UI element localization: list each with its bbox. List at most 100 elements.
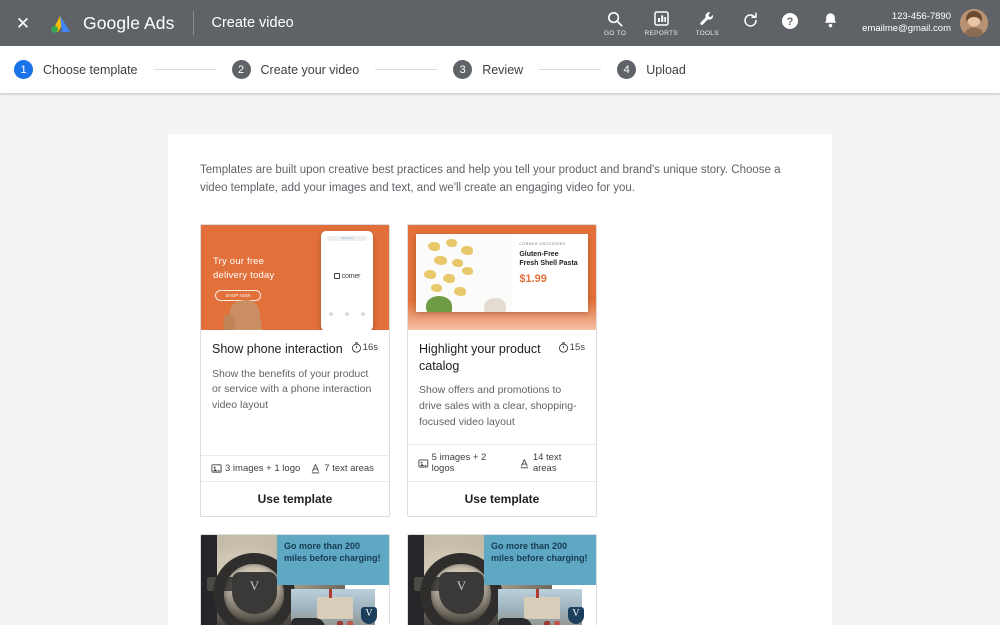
card-description: Show offers and promotions to drive sale… [419, 383, 585, 431]
tools-button[interactable]: TOOLS [688, 9, 726, 37]
brand-shield-icon: V [361, 607, 377, 624]
hand-illustration [228, 298, 264, 330]
use-template-button[interactable]: Use template [201, 481, 389, 516]
step-number: 4 [617, 60, 636, 79]
step-connector [539, 69, 601, 70]
card-body: Highlight your product catalog 15s Show … [408, 330, 596, 445]
google-ads-mark-icon [50, 12, 74, 34]
bell-icon [823, 12, 838, 34]
use-template-button[interactable]: Use template [408, 481, 596, 516]
step-label: Upload [646, 63, 686, 77]
stepper: 1 Choose template 2 Create your video 3 … [0, 46, 1000, 93]
brand-label: Google Ads [83, 13, 174, 34]
step-label: Create your video [261, 63, 360, 77]
goto-label: GO TO [604, 30, 626, 37]
step-review[interactable]: 3 Review [453, 60, 523, 79]
card-header: Highlight your product catalog 15s [419, 341, 585, 375]
step-connector [375, 69, 437, 70]
step-number: 1 [14, 60, 33, 79]
thumb-banner: Go more than 200 miles before charging! [484, 535, 596, 585]
card-title: Show phone interaction [212, 341, 351, 358]
refresh-button[interactable] [735, 12, 765, 34]
text-icon [310, 463, 321, 474]
step-choose-template[interactable]: 1 Choose template [14, 60, 138, 79]
text-areas-count: 14 text areas [519, 452, 586, 474]
templates-panel: Templates are built upon creative best p… [168, 134, 832, 625]
card-body: Show phone interaction 16s Show the bene… [201, 330, 389, 456]
card-meta: 3 images + 1 logo 7 text areas [201, 455, 389, 481]
timer-icon [558, 342, 569, 353]
step-create-your-video[interactable]: 2 Create your video [232, 60, 360, 79]
search-icon [607, 9, 623, 28]
images-count: 5 images + 2 logos [418, 452, 509, 474]
card-title: Highlight your product catalog [419, 341, 558, 375]
template-thumbnail: Try our freedelivery today SHOP NOW corn… [201, 225, 389, 330]
thumb-headline: Try our freedelivery today [213, 255, 274, 284]
reports-label: REPORTS [644, 30, 677, 37]
account-email: emailme@gmail.com [862, 23, 951, 35]
template-card-feature-your-brand[interactable]: Go more than 200 miles before charging! … [200, 534, 390, 625]
images-count: 3 images + 1 logo [211, 463, 300, 474]
phone-app-logo: corner [321, 273, 373, 280]
appbar-actions: GO TO REPORTS TOOLS ? [592, 9, 988, 37]
step-connector [154, 69, 216, 70]
mushroom-garnish [484, 298, 506, 312]
content-scroll-area[interactable]: Templates are built upon creative best p… [0, 93, 1000, 625]
account-info[interactable]: 123-456-7890 emailme@gmail.com [862, 11, 951, 35]
notifications-button[interactable] [815, 12, 845, 34]
card-meta: 5 images + 2 logos 14 text areas [408, 444, 596, 481]
card-header: Show phone interaction 16s [212, 341, 378, 358]
duration-label: 15s [570, 342, 585, 353]
google-ads-logo: Google Ads [50, 12, 174, 34]
image-icon [418, 458, 429, 469]
phone-mockup: corner.com corner [321, 231, 373, 330]
template-thumbnail: corner [408, 225, 596, 330]
duration-badge: 15s [558, 342, 585, 353]
timer-icon [351, 342, 362, 353]
thumb-cta-button: SHOP NOW [215, 290, 261, 301]
step-number: 3 [453, 60, 472, 79]
step-label: Choose template [43, 63, 138, 77]
template-thumbnail: Go more than 200 miles before charging! … [201, 535, 389, 625]
card-description: Show the benefits of your product or ser… [212, 367, 378, 415]
avatar[interactable] [960, 9, 988, 37]
template-card-feature-your-brand-6s[interactable]: Go more than 200 miles before charging! … [407, 534, 597, 625]
product-name: Gluten-FreeFresh Shell Pasta [519, 250, 582, 269]
template-card-highlight-your-product-catalog[interactable]: corner [407, 224, 597, 518]
intro-text: Templates are built upon creative best p… [200, 162, 782, 198]
text-icon [519, 458, 530, 469]
app-bar: ✕ Google Ads Create video GO TO REPORTS [0, 0, 1000, 46]
page-title: Create video [211, 15, 293, 31]
tools-label: TOOLS [695, 30, 718, 37]
wrench-icon [699, 9, 715, 28]
thumb-banner: Go more than 200 miles before charging! [277, 535, 389, 585]
step-label: Review [482, 63, 523, 77]
brand-bar [555, 225, 588, 234]
text-areas-count: 7 text areas [310, 463, 374, 474]
goto-button[interactable]: GO TO [596, 9, 634, 37]
appbar-divider [193, 11, 194, 35]
refresh-icon [742, 12, 759, 34]
template-card-show-phone-interaction[interactable]: Try our freedelivery today SHOP NOW corn… [200, 224, 390, 518]
close-icon[interactable]: ✕ [10, 10, 36, 36]
phone-status-bar: corner.com [327, 236, 367, 241]
step-upload[interactable]: 4 Upload [617, 60, 686, 79]
herb-garnish [426, 296, 452, 312]
product-eyebrow: CORNER GROCERIES [519, 242, 582, 246]
product-info: CORNER GROCERIES Gluten-FreeFresh Shell … [512, 234, 588, 312]
phone-nav-dots [321, 303, 373, 321]
duration-badge: 16s [351, 342, 378, 353]
image-icon [211, 463, 222, 474]
thumb-brand-logo: corner [568, 236, 586, 241]
svg-text:?: ? [787, 16, 794, 28]
account-id: 123-456-7890 [862, 11, 951, 23]
help-button[interactable]: ? [775, 12, 805, 35]
reports-icon [654, 9, 669, 28]
product-photo [416, 234, 512, 312]
duration-label: 16s [363, 342, 378, 353]
thumb-frame: CORNER GROCERIES Gluten-FreeFresh Shell … [416, 234, 588, 312]
reports-button[interactable]: REPORTS [642, 9, 680, 37]
template-thumbnail: Go more than 200 miles before charging! … [408, 535, 596, 625]
template-grid: Try our freedelivery today SHOP NOW corn… [200, 224, 800, 625]
brand-shield-icon: V [568, 607, 584, 624]
